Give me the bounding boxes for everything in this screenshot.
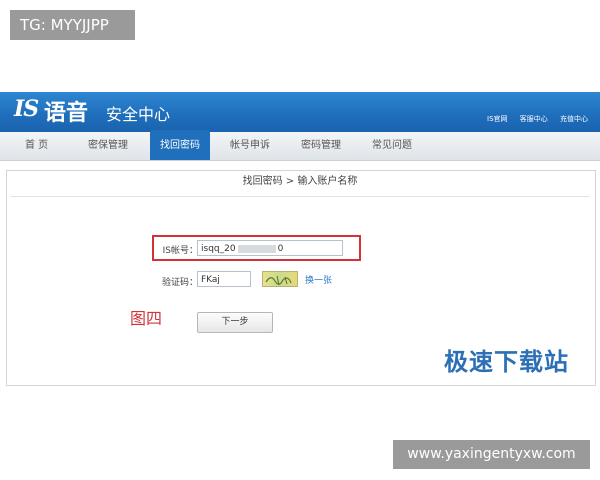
annotation-label: 图四 [130,309,163,328]
nav-security-management[interactable]: 密保管理 [88,132,128,160]
site-subtitle: 安全中心 [106,105,171,124]
watermark-url: www.yaxingentyxw.com [393,440,590,469]
link-recharge-center[interactable]: 充值中心 [560,115,588,123]
captcha-image[interactable] [262,271,298,287]
top-links: IS官网 客服中心 充值中心 [477,114,588,124]
header-banner: IS 语音 安全中心 IS官网 客服中心 充值中心 [0,92,600,132]
nav-bar: 首 页 密保管理 找回密码 帐号申诉 密码管理 常见问题 [0,130,600,161]
logo-cn: 语音 [44,100,89,126]
account-input[interactable]: isqq_20 0 [197,240,343,256]
link-is-official[interactable]: IS官网 [487,115,508,123]
link-service-center[interactable]: 客服中心 [520,115,548,123]
nav-home[interactable]: 首 页 [25,132,48,160]
breadcrumb: 找回密码 > 输入账户名称 [242,176,358,187]
account-label: IS帐号： [162,246,198,256]
nav-faq[interactable]: 常见问题 [372,132,412,160]
next-step-button[interactable]: 下一步 [197,312,273,333]
blurred-text [237,244,276,253]
account-value-end: 0 [277,244,284,254]
account-value-start: isqq_20 [201,244,236,254]
watermark-tg: TG: MYYJJPP [10,10,135,40]
nav-recover-password[interactable]: 找回密码 [150,130,210,160]
brand-watermark: 极速下载站 [444,348,569,376]
captcha-scribble-icon [265,275,292,286]
nav-account-appeal[interactable]: 帐号申诉 [230,132,270,160]
nav-password-management[interactable]: 密码管理 [301,132,341,160]
logo-is: IS [14,96,39,122]
captcha-label: 验证码： [161,278,198,288]
divider [10,196,590,197]
refresh-captcha-link[interactable]: 换一张 [305,273,332,286]
captcha-input[interactable]: FKaj [197,271,251,287]
